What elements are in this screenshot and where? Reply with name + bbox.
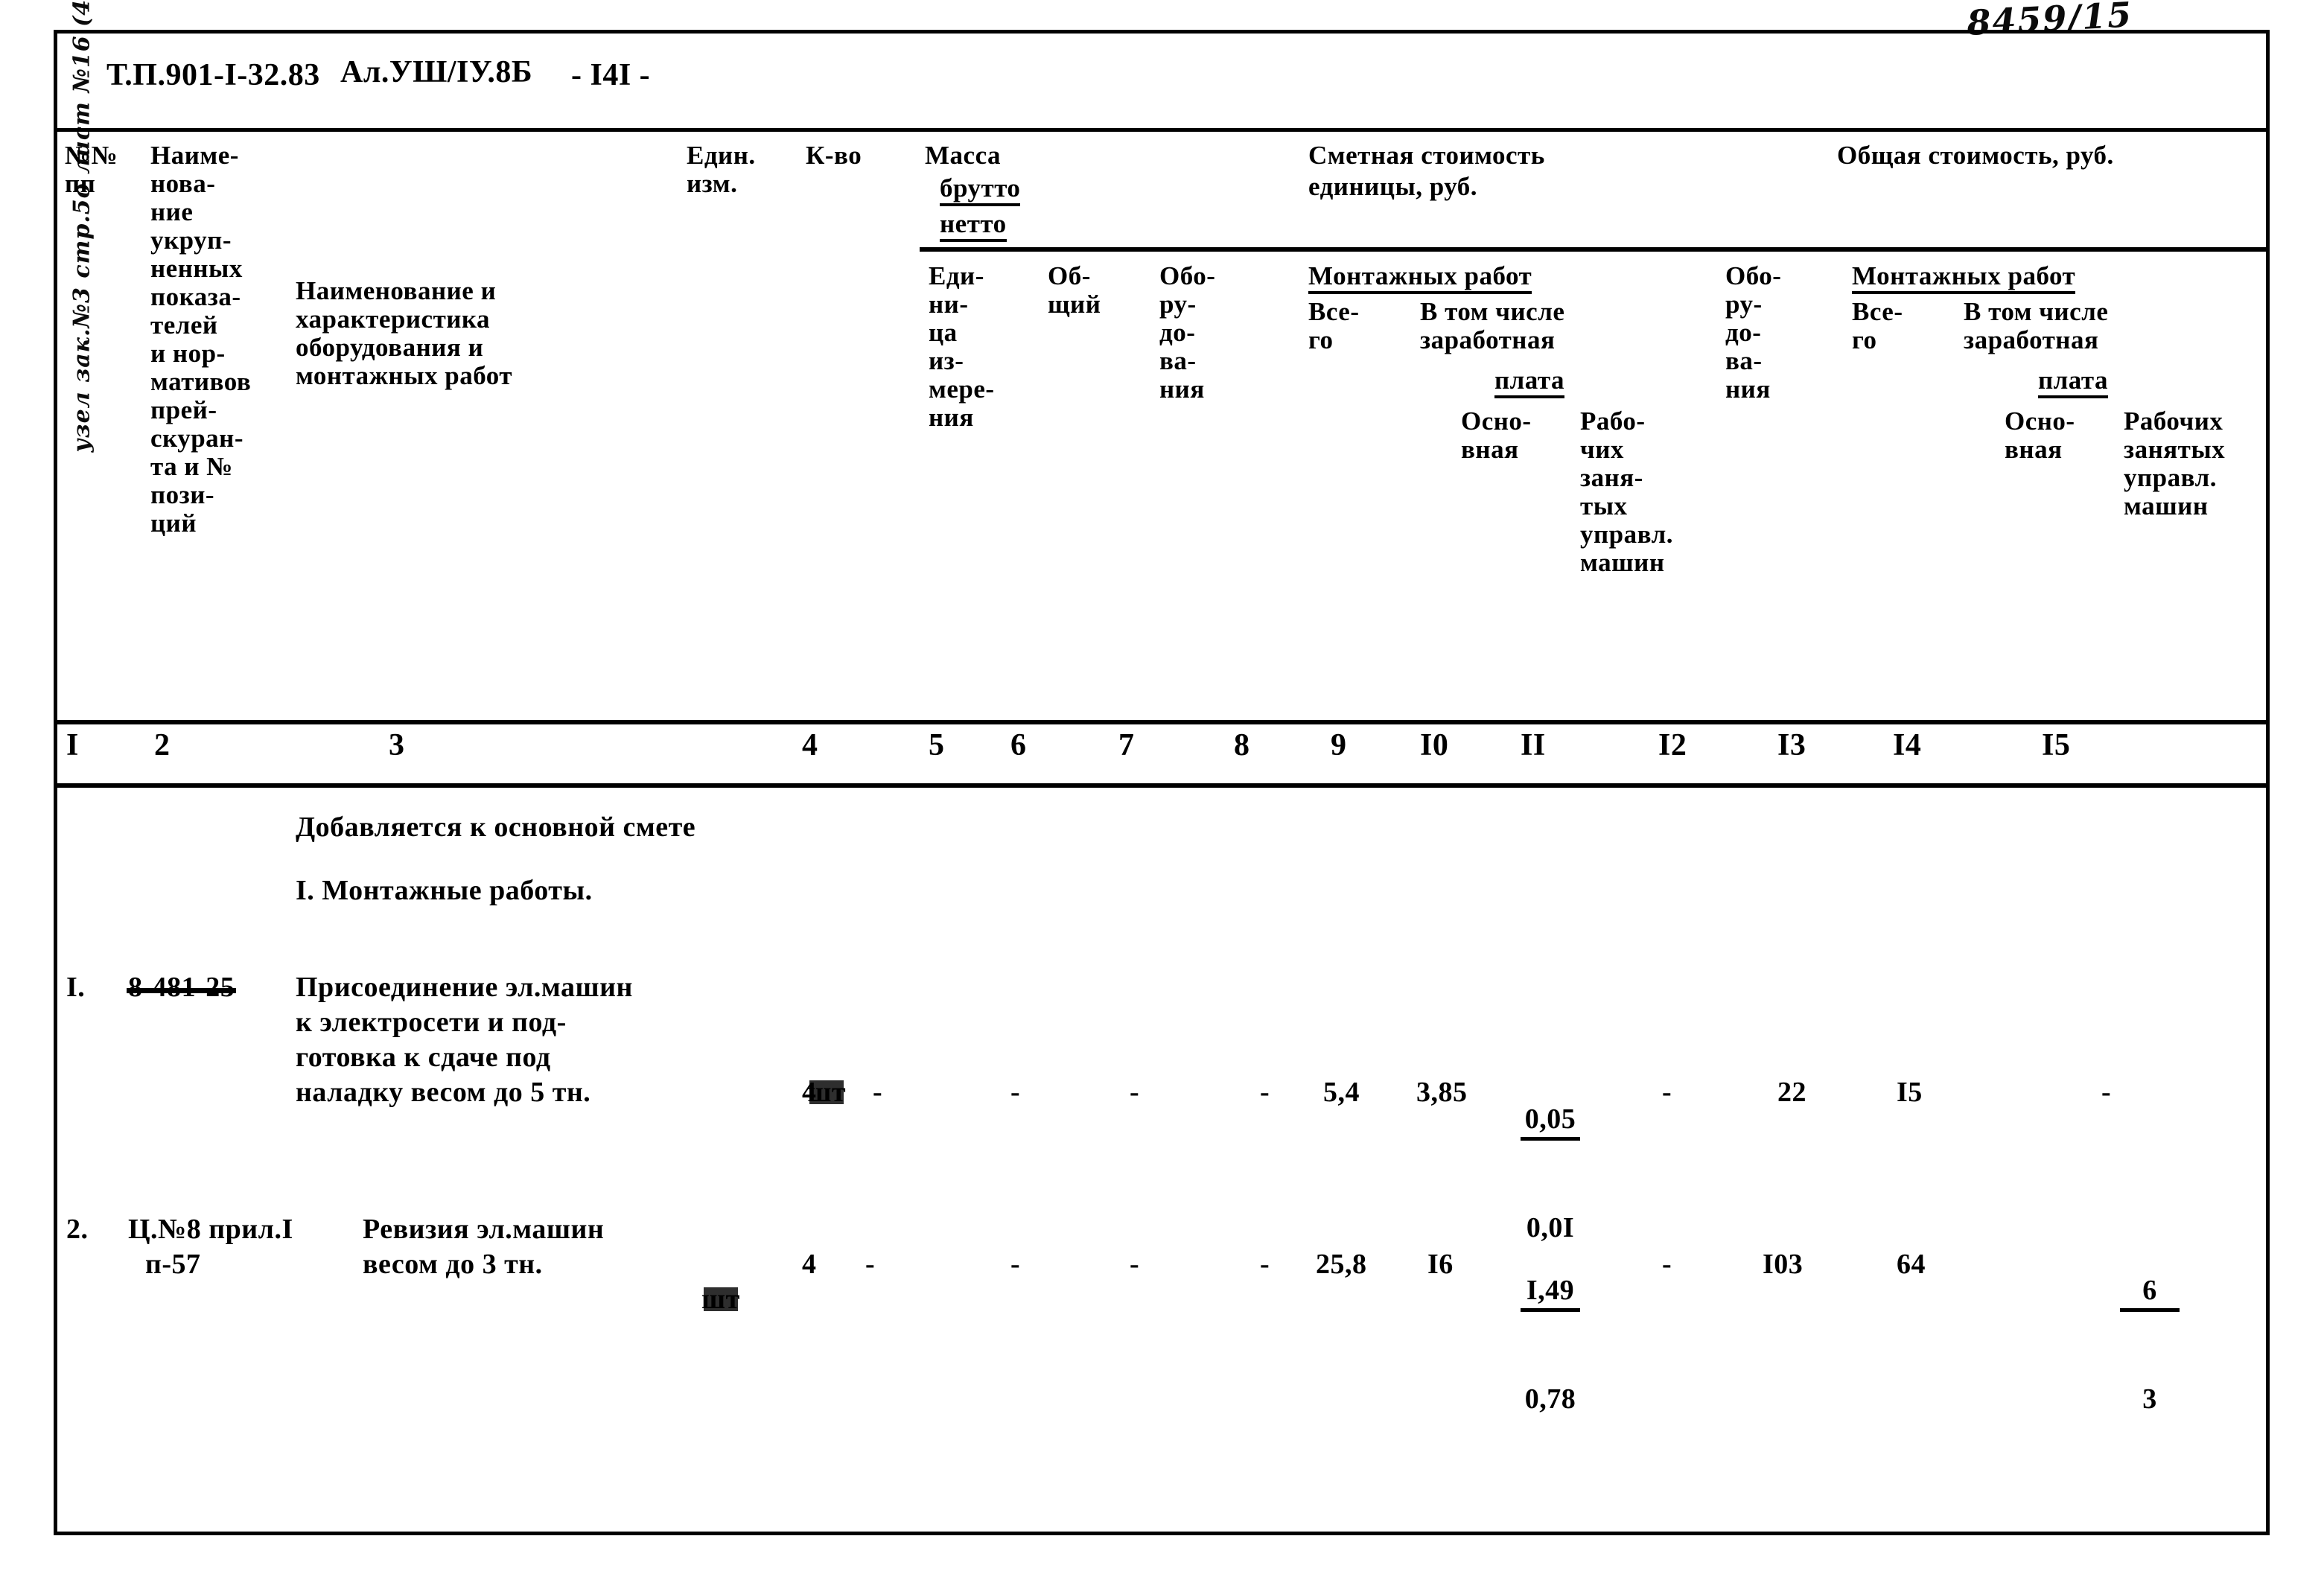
table-header: №№ пп Наиме- нова- ние укруп- ненных пок…	[57, 128, 2266, 788]
header-mass-netto: нетто	[940, 210, 1007, 242]
row-1-col12: -	[1662, 1077, 1672, 1108]
row-1-col11-numerator: 0,05	[1521, 1102, 1580, 1141]
row-1-col15: -	[2101, 1077, 2112, 1108]
row-2-col10-basic-wage: I6	[1427, 1249, 1454, 1280]
row-1-col5: -	[873, 1077, 883, 1108]
row-2-col15-fraction: 6 3	[2120, 1205, 2180, 1485]
header-wage-plata: плата	[1494, 366, 1565, 398]
column-number-9: 9	[1331, 728, 1347, 762]
row-2-col13-total: I03	[1763, 1249, 1804, 1280]
header-col-14-15-wage-group: В том числе заработная	[1964, 297, 2109, 354]
header-col-8-equipment: Обо- ру- до- ва- ния	[1159, 261, 1216, 404]
row-2-col6: -	[1010, 1249, 1021, 1280]
column-number-10: I0	[1420, 728, 1449, 762]
row-2-col11-numerator: I,49	[1521, 1273, 1580, 1312]
header-col-6-unit-of-measure: Еди- ни- ца из- мере- ния	[929, 261, 995, 432]
row-1-col10-basic-wage: 3,85	[1416, 1077, 1468, 1108]
header-mass-group-label: Масса	[925, 141, 1002, 170]
header-col-4-unit: Един. изм.	[687, 141, 756, 198]
row-2-col9-total: 25,8	[1316, 1249, 1367, 1280]
row-2-col5: -	[865, 1249, 876, 1280]
header-montage-works-total: Монтажных работ	[1852, 262, 2172, 294]
row-2-quantity: 4	[802, 1249, 817, 1280]
row-2-unit: шт	[701, 1284, 740, 1315]
header-col-15-machine-operators-wage: Рабочих занятых управл. машин	[2124, 407, 2226, 520]
row-1-reference-code: 8-481-25	[128, 972, 235, 1003]
row-2-col11-denominator: 0,78	[1524, 1383, 1576, 1415]
column-number-1: I	[66, 728, 79, 762]
header-col-10-basic-wage: Осно- вная	[1461, 407, 1532, 464]
row-1-col14-basic-wage: I5	[1897, 1077, 1923, 1108]
column-number-13: I3	[1777, 728, 1806, 762]
header-col-14-basic-wage: Осно- вная	[2005, 407, 2075, 464]
header-mass-brutto: брутто	[940, 174, 1021, 206]
row-1-col9-total: 5,4	[1323, 1077, 1360, 1108]
row-2-col15-numerator: 6	[2120, 1273, 2180, 1312]
column-number-2: 2	[154, 728, 171, 762]
row-2-col11-fraction: I,49 0,78	[1521, 1205, 1580, 1485]
row-2-col15-denominator: 3	[2142, 1383, 2157, 1415]
table-body: Добавляется к основной смете I. Монтажны…	[57, 788, 2266, 1532]
header-col-1-pp: №№ пп	[65, 141, 118, 198]
row-2-col8: -	[1260, 1249, 1270, 1280]
column-number-4: 4	[802, 728, 818, 762]
header-montage-works-unit: Монтажных работ	[1308, 262, 1629, 294]
column-number-15: I5	[2042, 728, 2071, 762]
album-code: Ал.УШ/IУ.8Б	[340, 55, 533, 89]
row-1-col8: -	[1260, 1077, 1270, 1108]
row-1-description: Присоединение эл.машин к электросети и п…	[296, 972, 633, 1108]
header-group-divider	[920, 247, 2266, 252]
row-2-description: Ревизия эл.машин весом до 3 тн.	[363, 1214, 605, 1280]
header-col-12-equipment-total: Обо- ру- до- ва- ния	[1725, 261, 1782, 404]
title-band: Т.П.901-I-32.83 Ал.УШ/IУ.8Б - I4I -	[57, 34, 2266, 132]
header-estimate-unit-cost-line1: Сметная стоимость	[1308, 141, 1545, 170]
page-number: - I4I -	[571, 58, 651, 92]
column-number-11: II	[1521, 728, 1546, 762]
header-total-cost-group: Общая стоимость, руб.	[1837, 141, 2114, 170]
row-2-number: 2.	[66, 1214, 89, 1245]
column-number-5: 5	[929, 728, 945, 762]
header-col-7-total-mass: Об- щий	[1048, 261, 1101, 319]
column-number-7: 7	[1118, 728, 1135, 762]
row-2-reference-code-line2: п-57	[145, 1249, 201, 1280]
document-frame: Т.П.901-I-32.83 Ал.УШ/IУ.8Б - I4I - №№ п…	[54, 30, 2270, 1535]
column-number-3: 3	[389, 728, 405, 762]
column-number-12: I2	[1658, 728, 1687, 762]
row-2-col14-basic-wage: 64	[1897, 1249, 1926, 1280]
column-number-8: 8	[1234, 728, 1250, 762]
header-col-11-machine-operators-wage: Рабо- чих заня- тых управл. машин	[1580, 407, 1673, 577]
document-code: Т.П.901-I-32.83	[106, 58, 320, 92]
row-2-col12: -	[1662, 1249, 1672, 1280]
header-col-5-quantity: К-во	[806, 141, 862, 170]
row-1-number: I.	[66, 972, 86, 1003]
column-number-6: 6	[1010, 728, 1027, 762]
header-estimate-unit-cost-line2: единицы, руб.	[1308, 172, 1478, 201]
header-bottom-rule	[57, 720, 2266, 724]
header-col-2-indicator-name: Наиме- нова- ние укруп- ненных показа- т…	[150, 141, 252, 538]
header-col-13-total: Все- го	[1852, 297, 1903, 354]
header-col-3-equipment-name: Наименование и характеристика оборудован…	[296, 276, 513, 390]
row-1-quantity: 4	[802, 1077, 817, 1108]
section-heading-montage-works: I. Монтажные работы.	[296, 875, 593, 906]
note-added-to-main-estimate: Добавляется к основной смете	[296, 812, 696, 843]
column-number-14: I4	[1893, 728, 1922, 762]
row-1-col13-total: 22	[1777, 1077, 1806, 1108]
header-wage-plata-total: плата	[2038, 366, 2109, 398]
header-col-9-total: Все- го	[1308, 297, 1360, 354]
row-2-reference-code: Ц.№8 прил.I	[128, 1214, 293, 1245]
row-2-col7: -	[1130, 1249, 1140, 1280]
header-col-10-11-wage-group: В том числе заработная	[1420, 297, 1565, 354]
row-1-col7: -	[1130, 1077, 1140, 1108]
row-1-col6: -	[1010, 1077, 1021, 1108]
